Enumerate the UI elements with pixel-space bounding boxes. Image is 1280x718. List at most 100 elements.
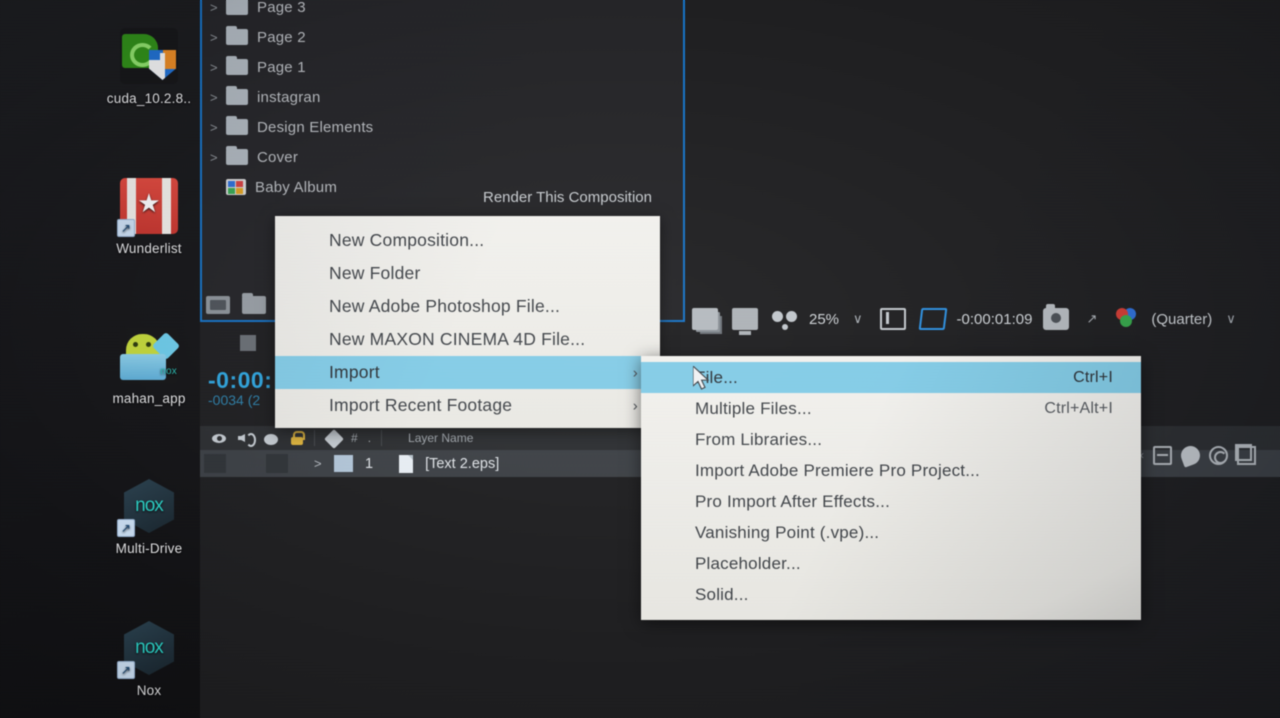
resolution-value[interactable]: (Quarter) — [1151, 311, 1212, 328]
project-item-label: Page 1 — [257, 58, 306, 76]
menu-item-import[interactable]: Import › — [275, 356, 660, 389]
submenu-item-label: Solid... — [695, 584, 749, 604]
eye-icon[interactable] — [212, 431, 226, 445]
alpha-boundary-icon[interactable] — [772, 308, 798, 330]
twirl-icon[interactable]: > — [210, 90, 226, 105]
submenu-item-label: Vanishing Point (.vpe)... — [695, 522, 880, 542]
twirl-icon[interactable]: > — [210, 30, 226, 45]
shortcut-arrow-icon: ↗ — [117, 519, 135, 537]
shortcut-arrow-icon: ↗ — [117, 219, 135, 237]
lock-icon[interactable] — [290, 431, 305, 445]
layer-dot-header: . — [367, 431, 372, 445]
project-row-instagran[interactable]: > instagran — [202, 82, 683, 112]
layer-label-swatch[interactable] — [334, 455, 353, 472]
3d-cube-icon[interactable] — [1235, 443, 1256, 465]
folder-icon — [226, 86, 248, 105]
stop-preview-button[interactable] — [240, 335, 256, 351]
speaker-icon[interactable] — [238, 431, 256, 447]
submenu-item-solid[interactable]: Solid... — [641, 579, 1141, 610]
monitor-preview-icon[interactable] — [732, 308, 758, 335]
timeline-current-time[interactable]: -0:00: — [208, 367, 272, 394]
project-item-label: Page 2 — [257, 28, 306, 46]
project-item-label: Baby Album — [255, 178, 338, 196]
chevron-right-icon: › — [632, 397, 638, 414]
submenu-item-placeholder[interactable]: Placeholder... — [641, 548, 1141, 579]
submenu-item-file[interactable]: File... Ctrl+I — [641, 362, 1141, 393]
brushes-icon[interactable] — [1209, 445, 1228, 465]
twirl-icon[interactable]: > — [210, 0, 226, 15]
comp-timecode-value[interactable]: -0:00:01:09 — [957, 311, 1033, 328]
project-row-page1[interactable]: > Page 1 — [202, 52, 683, 82]
project-row-page2[interactable]: > Page 2 — [202, 22, 683, 52]
eps-file-icon — [399, 454, 414, 473]
show-channels-icon[interactable] — [1114, 308, 1140, 330]
project-context-menu[interactable]: New Composition... New Folder New Adobe … — [275, 216, 660, 428]
video-toggle-cell[interactable] — [204, 454, 226, 473]
desktop-icon-wunderlist[interactable]: ★ ↗ Wunderlist — [94, 178, 204, 257]
submenu-item-label: Placeholder... — [695, 553, 801, 573]
roi-box-icon[interactable] — [918, 308, 947, 330]
submenu-item-label: Pro Import After Effects... — [695, 491, 890, 511]
menu-item-new-cinema4d-file[interactable]: New MAXON CINEMA 4D File... — [275, 323, 660, 356]
desktop-icon-mahan-app[interactable]: nox mahan_app — [94, 328, 204, 407]
new-folder-icon[interactable] — [242, 293, 266, 314]
show-snapshot-icon[interactable]: ↗ — [1086, 311, 1097, 327]
desktop-icon-label: Nox — [136, 683, 162, 698]
divider — [381, 430, 383, 446]
label-tag-icon[interactable] — [324, 428, 344, 449]
tracker-icon[interactable] — [1153, 445, 1172, 465]
divider — [314, 430, 315, 446]
submenu-item-multiple-files[interactable]: Multiple Files... Ctrl+Alt+I — [641, 393, 1141, 424]
region-of-interest-icon[interactable] — [879, 308, 906, 330]
project-item-label: Design Elements — [257, 118, 374, 136]
zoom-level-value[interactable]: 25% — [809, 311, 839, 328]
desktop-icon-label: Multi-Drive — [115, 541, 183, 556]
submenu-item-import-premiere-project[interactable]: Import Adobe Premiere Pro Project... — [641, 455, 1141, 486]
multiframe-render-icon[interactable] — [692, 308, 718, 330]
layer-name[interactable]: [Text 2.eps] — [425, 456, 499, 472]
folder-icon — [226, 0, 248, 15]
solo-dot-icon[interactable] — [264, 433, 278, 445]
lock-toggle-cell[interactable] — [266, 454, 288, 473]
android-apk-nox-icon: nox — [120, 328, 181, 384]
wunderlist-book-icon: ★ ↗ — [117, 178, 178, 237]
menu-item-new-folder[interactable]: New Folder — [275, 257, 660, 290]
desktop-icon-cuda[interactable]: cuda_10.2.8.. — [94, 28, 204, 107]
menu-item-new-photoshop-file[interactable]: New Adobe Photoshop File... — [275, 290, 660, 323]
twirl-icon[interactable]: > — [210, 60, 226, 75]
folder-icon — [226, 56, 248, 75]
submenu-item-from-libraries[interactable]: From Libraries... — [641, 424, 1141, 455]
project-row-design-elements[interactable]: > Design Elements — [202, 112, 683, 142]
twirl-icon[interactable]: > — [314, 456, 326, 471]
windows-desktop: cuda_10.2.8.. ★ ↗ Wunderlist nox mahan_a… — [0, 0, 210, 718]
twirl-icon[interactable]: > — [210, 120, 226, 135]
desktop-icon-multi-drive[interactable]: nox ↗ Multi-Drive — [94, 478, 204, 557]
twirl-icon[interactable]: > — [210, 150, 226, 165]
menu-item-label: Import — [329, 362, 380, 382]
import-submenu[interactable]: File... Ctrl+I Multiple Files... Ctrl+Al… — [641, 356, 1141, 620]
submenu-item-label: Multiple Files... — [695, 398, 812, 418]
snapshot-camera-icon[interactable] — [1043, 304, 1070, 330]
composition-viewer-toolbar: 25% ∨ -0:00:01:09 ↗ (Quarter) ∨ — [685, 290, 1280, 348]
menu-item-new-composition[interactable]: New Composition... — [275, 224, 660, 257]
nox-player-icon: nox ↗ — [117, 620, 178, 679]
project-row-cover[interactable]: > Cover — [202, 142, 683, 172]
chevron-right-icon: › — [632, 364, 638, 381]
new-composition-icon[interactable] — [206, 296, 230, 314]
project-item-label: instagran — [257, 88, 321, 106]
timeline-frame-readout: -0034 (2 — [208, 392, 261, 408]
desktop-icon-label: mahan_app — [112, 391, 186, 406]
menu-item-import-recent-footage[interactable]: Import Recent Footage › — [275, 389, 660, 422]
project-row-page3[interactable]: > Page 3 — [202, 0, 683, 22]
desktop-icon-label: cuda_10.2.8.. — [106, 91, 192, 106]
submenu-item-shortcut: Ctrl+I — [1073, 368, 1113, 386]
submenu-item-shortcut: Ctrl+Alt+I — [1044, 399, 1113, 417]
submenu-item-pro-import-after-effects[interactable]: Pro Import After Effects... — [641, 486, 1141, 517]
chevron-down-icon[interactable]: ∨ — [853, 311, 863, 327]
submenu-item-vanishing-point[interactable]: Vanishing Point (.vpe)... — [641, 517, 1141, 548]
paint-icon[interactable] — [1178, 442, 1203, 468]
menu-item-label: New Adobe Photoshop File... — [329, 296, 561, 316]
right-panel-tab-strip: ‹ — [1140, 440, 1280, 470]
desktop-icon-nox[interactable]: nox ↗ Nox — [94, 620, 204, 699]
chevron-down-icon[interactable]: ∨ — [1226, 311, 1236, 327]
